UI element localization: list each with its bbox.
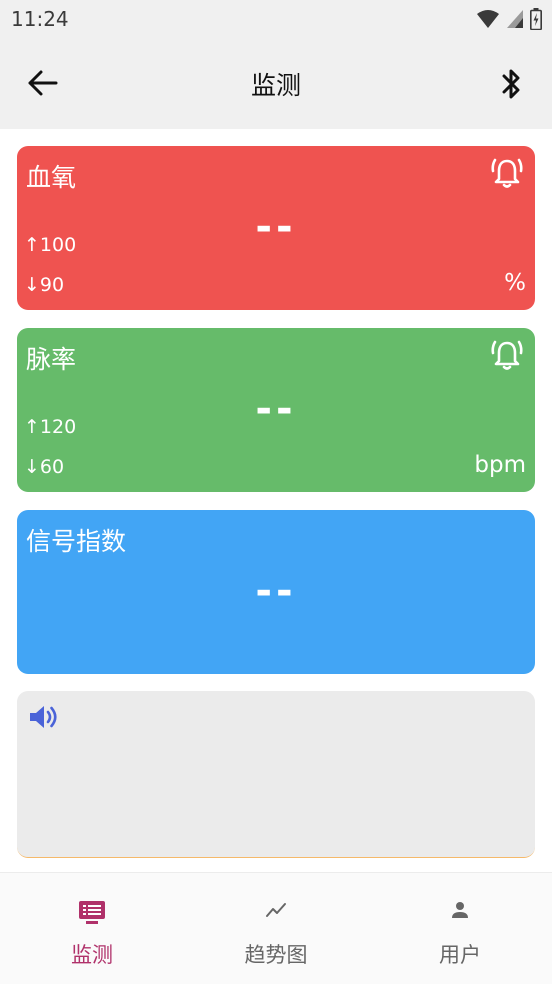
nav-label-user: 用户 bbox=[439, 943, 481, 967]
wifi-icon bbox=[477, 10, 499, 28]
spo2-label: 血氧 bbox=[26, 163, 77, 192]
pulse-rate-card: 脉率 -- ↑120 ↓60 bpm bbox=[17, 328, 535, 492]
monitor-list-icon bbox=[79, 901, 105, 924]
waveform-panel bbox=[17, 691, 535, 858]
status-bar: 11:24 bbox=[0, 0, 552, 36]
spo2-card: 血氧 -- ↑100 ↓90 % bbox=[17, 146, 535, 310]
bottom-navigation: 监测 趋势图 用户 bbox=[0, 872, 552, 984]
battery-charging-icon bbox=[530, 8, 542, 30]
trend-chart-icon bbox=[266, 903, 286, 917]
nav-item-monitor[interactable]: 监测 bbox=[0, 873, 184, 984]
person-icon bbox=[452, 902, 468, 918]
pulse-rate-label: 脉率 bbox=[26, 345, 77, 374]
app-bar: 监测 bbox=[0, 36, 552, 129]
spo2-lower-limit: ↓90 bbox=[24, 274, 65, 296]
status-time: 11:24 bbox=[11, 7, 69, 31]
signal-icon bbox=[507, 10, 523, 28]
alarm-bell-icon[interactable] bbox=[491, 338, 523, 372]
status-icons bbox=[476, 8, 542, 30]
nav-label-trend: 趋势图 bbox=[244, 943, 308, 967]
signal-index-card: 信号指数 -- bbox=[17, 510, 535, 674]
signal-index-label: 信号指数 bbox=[26, 527, 127, 556]
nav-label-monitor: 监测 bbox=[71, 943, 113, 967]
pulse-unit: bpm bbox=[474, 452, 526, 478]
monitor-content[interactable]: 血氧 -- ↑100 ↓90 % 脉率 -- ↑120 ↓60 bpm 信号指数… bbox=[0, 129, 552, 872]
volume-icon[interactable] bbox=[28, 703, 60, 731]
signal-index-value: -- bbox=[255, 568, 297, 614]
nav-item-trend[interactable]: 趋势图 bbox=[184, 873, 368, 984]
spo2-upper-limit: ↑100 bbox=[24, 234, 77, 256]
bluetooth-icon[interactable] bbox=[498, 66, 524, 102]
spo2-value: -- bbox=[255, 204, 297, 250]
nav-item-user[interactable]: 用户 bbox=[368, 873, 552, 984]
pulse-rate-value: -- bbox=[255, 386, 297, 432]
spo2-unit: % bbox=[504, 270, 526, 296]
pulse-upper-limit: ↑120 bbox=[24, 416, 77, 438]
alarm-bell-icon[interactable] bbox=[491, 156, 523, 190]
page-title: 监测 bbox=[250, 71, 301, 100]
pulse-lower-limit: ↓60 bbox=[24, 456, 65, 478]
